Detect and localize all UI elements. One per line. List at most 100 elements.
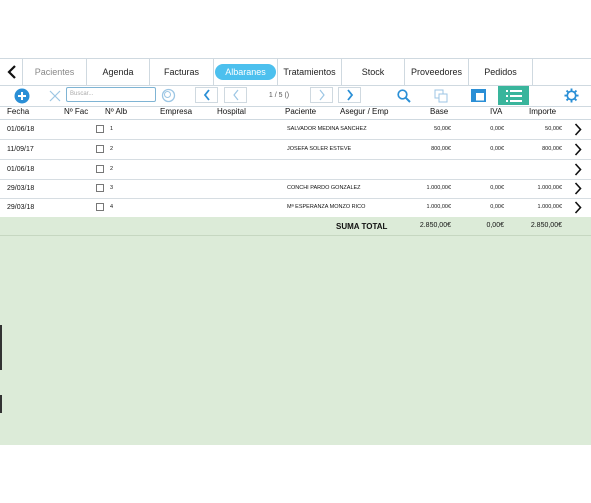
chevron-right-icon (346, 89, 353, 101)
row-checkbox[interactable] (96, 165, 104, 173)
table-row[interactable]: 01/06/18 2 (0, 160, 591, 180)
cell-nalb: 2 (110, 146, 114, 152)
cell-nalb: 3 (110, 185, 114, 191)
col-nalb[interactable]: Nº Alb (105, 107, 127, 116)
cell-base: 800,00€ (431, 146, 451, 152)
clear-button[interactable] (46, 85, 64, 106)
col-empresa[interactable]: Empresa (160, 107, 192, 116)
cell-nalb: 1 (110, 126, 114, 132)
toolbar: Buscar... 1 / 5 () (0, 85, 591, 107)
window-edge (0, 325, 2, 370)
chevron-right-icon (319, 89, 325, 101)
tab-pacientes[interactable]: Pacientes (23, 59, 87, 85)
back-button[interactable] (2, 59, 23, 85)
summary-area (0, 217, 591, 445)
search-icon (161, 88, 175, 103)
close-icon (49, 90, 61, 101)
total-base: 2.850,00€ (419, 222, 451, 229)
settings-button[interactable] (561, 85, 581, 106)
plus-circle-icon (14, 88, 30, 103)
total-iva: 0,00€ (486, 222, 504, 229)
cell-importe: 50,00€ (545, 126, 562, 132)
list-view-button[interactable] (498, 86, 529, 105)
module-tab-bar: Pacientes Agenda Facturas Albaranes Trat… (0, 58, 591, 86)
cell-importe: 1.000,00€ (537, 185, 562, 191)
tab-label: Pacientes (34, 67, 75, 77)
add-button[interactable] (12, 85, 32, 106)
table-row[interactable]: 01/06/18 1 SALVADOR MEDINA SANCHEZ 50,00… (0, 120, 591, 140)
copy-button[interactable] (431, 85, 451, 106)
tab-label: Pedidos (484, 67, 517, 77)
tab-albaranes[interactable]: Albaranes (214, 59, 278, 85)
total-label: SUMA TOTAL (336, 222, 388, 231)
search-input[interactable]: Buscar... (66, 87, 156, 102)
table-row[interactable]: 29/03/18 4 Mª ESPERANZA MONZO RICO 1.000… (0, 198, 591, 218)
find-button[interactable] (394, 85, 414, 106)
cell-fecha: 29/03/18 (7, 204, 35, 211)
next-page-button[interactable] (310, 87, 333, 103)
tab-label: Stock (361, 67, 385, 77)
cell-base: 1.000,00€ (426, 185, 451, 191)
cell-fecha: 01/06/18 (7, 166, 35, 173)
page-indicator: 1 / 5 () (268, 92, 290, 99)
total-importe: 2.850,00€ (530, 222, 562, 229)
table-row[interactable]: 11/09/17 2 JOSEFA SOLER ESTEVE 800,00€ 0… (0, 140, 591, 160)
cell-nalb: 2 (110, 166, 114, 172)
col-asegur[interactable]: Asegur / Emp (340, 107, 388, 116)
tab-stock[interactable]: Stock (342, 59, 405, 85)
row-checkbox[interactable] (96, 203, 104, 211)
copy-icon (434, 89, 448, 102)
cell-paciente: SALVADOR MEDINA SANCHEZ (287, 126, 367, 132)
tab-label: Agenda (102, 67, 134, 77)
cell-paciente: CONCHI PARDO GONZALEZ (287, 185, 361, 191)
cell-iva: 0,00€ (490, 185, 504, 191)
chevron-right-icon[interactable] (574, 201, 582, 214)
col-base[interactable]: Base (430, 107, 448, 116)
cell-paciente: JOSEFA SOLER ESTEVE (287, 146, 352, 152)
tab-pedidos[interactable]: Pedidos (469, 59, 533, 85)
table-row[interactable]: 29/03/18 3 CONCHI PARDO GONZALEZ 1.000,0… (0, 179, 591, 199)
tab-tratamientos[interactable]: Tratamientos (278, 59, 342, 85)
col-paciente[interactable]: Paciente (285, 107, 316, 116)
list-icon (505, 89, 522, 102)
chevron-right-icon[interactable] (574, 123, 582, 136)
col-hospital[interactable]: Hospital (217, 107, 246, 116)
chevron-left-icon (232, 89, 238, 101)
tab-proveedores[interactable]: Proveedores (405, 59, 469, 85)
cell-nalb: 4 (110, 204, 114, 210)
tab-label: Facturas (163, 67, 199, 77)
prev-page-button[interactable] (195, 87, 218, 103)
cell-iva: 0,00€ (490, 204, 504, 210)
cell-fecha: 11/09/17 (7, 146, 34, 153)
table-header: Fecha Nº Fac Nº Alb Empresa Hospital Pac… (0, 107, 591, 120)
last-page-button[interactable] (338, 87, 361, 103)
cell-importe: 1.000,00€ (537, 204, 562, 210)
col-fecha[interactable]: Fecha (7, 107, 29, 116)
col-iva[interactable]: IVA (490, 107, 502, 116)
first-page-button[interactable] (224, 87, 247, 103)
chevron-right-icon[interactable] (574, 143, 582, 156)
chevron-right-icon[interactable] (574, 163, 582, 176)
tab-agenda[interactable]: Agenda (87, 59, 150, 85)
chevron-left-icon (7, 65, 16, 79)
row-checkbox[interactable] (96, 184, 104, 192)
cell-iva: 0,00€ (490, 126, 504, 132)
chevron-right-icon[interactable] (574, 182, 582, 195)
tab-label: Tratamientos (283, 67, 336, 77)
cell-base: 50,00€ (434, 126, 451, 132)
col-importe[interactable]: Importe (529, 107, 556, 116)
tab-label: Proveedores (410, 67, 463, 77)
gear-icon (563, 88, 579, 103)
tab-facturas[interactable]: Facturas (150, 59, 214, 85)
row-checkbox[interactable] (96, 125, 104, 133)
card-view-button[interactable] (468, 85, 488, 106)
chevron-left-icon (203, 89, 210, 101)
cell-paciente: Mª ESPERANZA MONZO RICO (287, 204, 366, 210)
search-button[interactable] (158, 85, 178, 106)
layout-icon (470, 89, 486, 102)
cell-fecha: 29/03/18 (7, 185, 35, 192)
cell-base: 1.000,00€ (426, 204, 451, 210)
row-checkbox[interactable] (96, 145, 104, 153)
col-nfac[interactable]: Nº Fac (64, 107, 88, 116)
magnifier-icon (397, 88, 411, 103)
